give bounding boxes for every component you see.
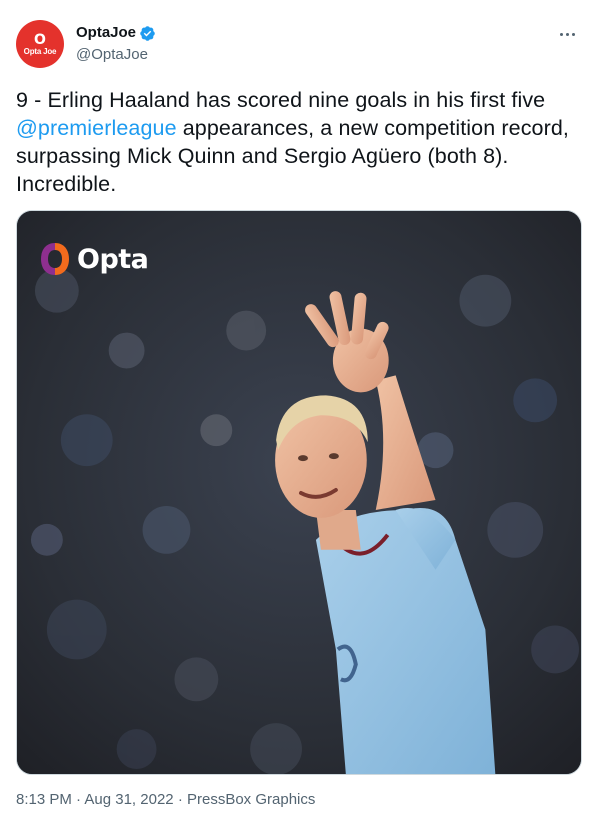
verified-badge-icon [139, 25, 156, 42]
author-handle[interactable]: @OptaJoe [76, 45, 156, 65]
tweet-card: O Opta Joe OptaJoe @OptaJoe 9 - Erling H… [0, 0, 599, 823]
mention-link[interactable]: @premierleague [16, 116, 177, 140]
opta-watermark: Opta [39, 241, 149, 277]
more-options-icon[interactable] [553, 22, 581, 46]
display-name-text: OptaJoe [76, 24, 137, 41]
avatar[interactable]: O Opta Joe [16, 20, 64, 68]
tweet-header: O Opta Joe OptaJoe @OptaJoe [16, 20, 583, 70]
tweet-source[interactable]: PressBox Graphics [187, 791, 315, 808]
avatar-glyph: O [34, 31, 46, 48]
tweet-time[interactable]: 8:13 PM [16, 791, 72, 808]
tweet-metadata: 8:13 PM · Aug 31, 2022 · PressBox Graphi… [16, 790, 315, 810]
tweet-photo[interactable]: Opta [16, 210, 582, 775]
display-name[interactable]: OptaJoe [76, 24, 156, 42]
opta-watermark-text: Opta [77, 243, 149, 275]
author-names: OptaJoe @OptaJoe [76, 24, 156, 65]
avatar-label: Opta Joe [23, 46, 57, 56]
meta-separator: · [177, 791, 183, 808]
photo-illustration [17, 211, 581, 774]
tweet-text: 9 - Erling Haaland has scored nine goals… [16, 86, 586, 198]
opta-logo-icon [41, 243, 69, 275]
meta-separator: · [76, 791, 82, 808]
tweet-text-part: 9 - Erling Haaland has scored nine goals… [16, 88, 546, 112]
tweet-date[interactable]: Aug 31, 2022 [84, 791, 173, 808]
